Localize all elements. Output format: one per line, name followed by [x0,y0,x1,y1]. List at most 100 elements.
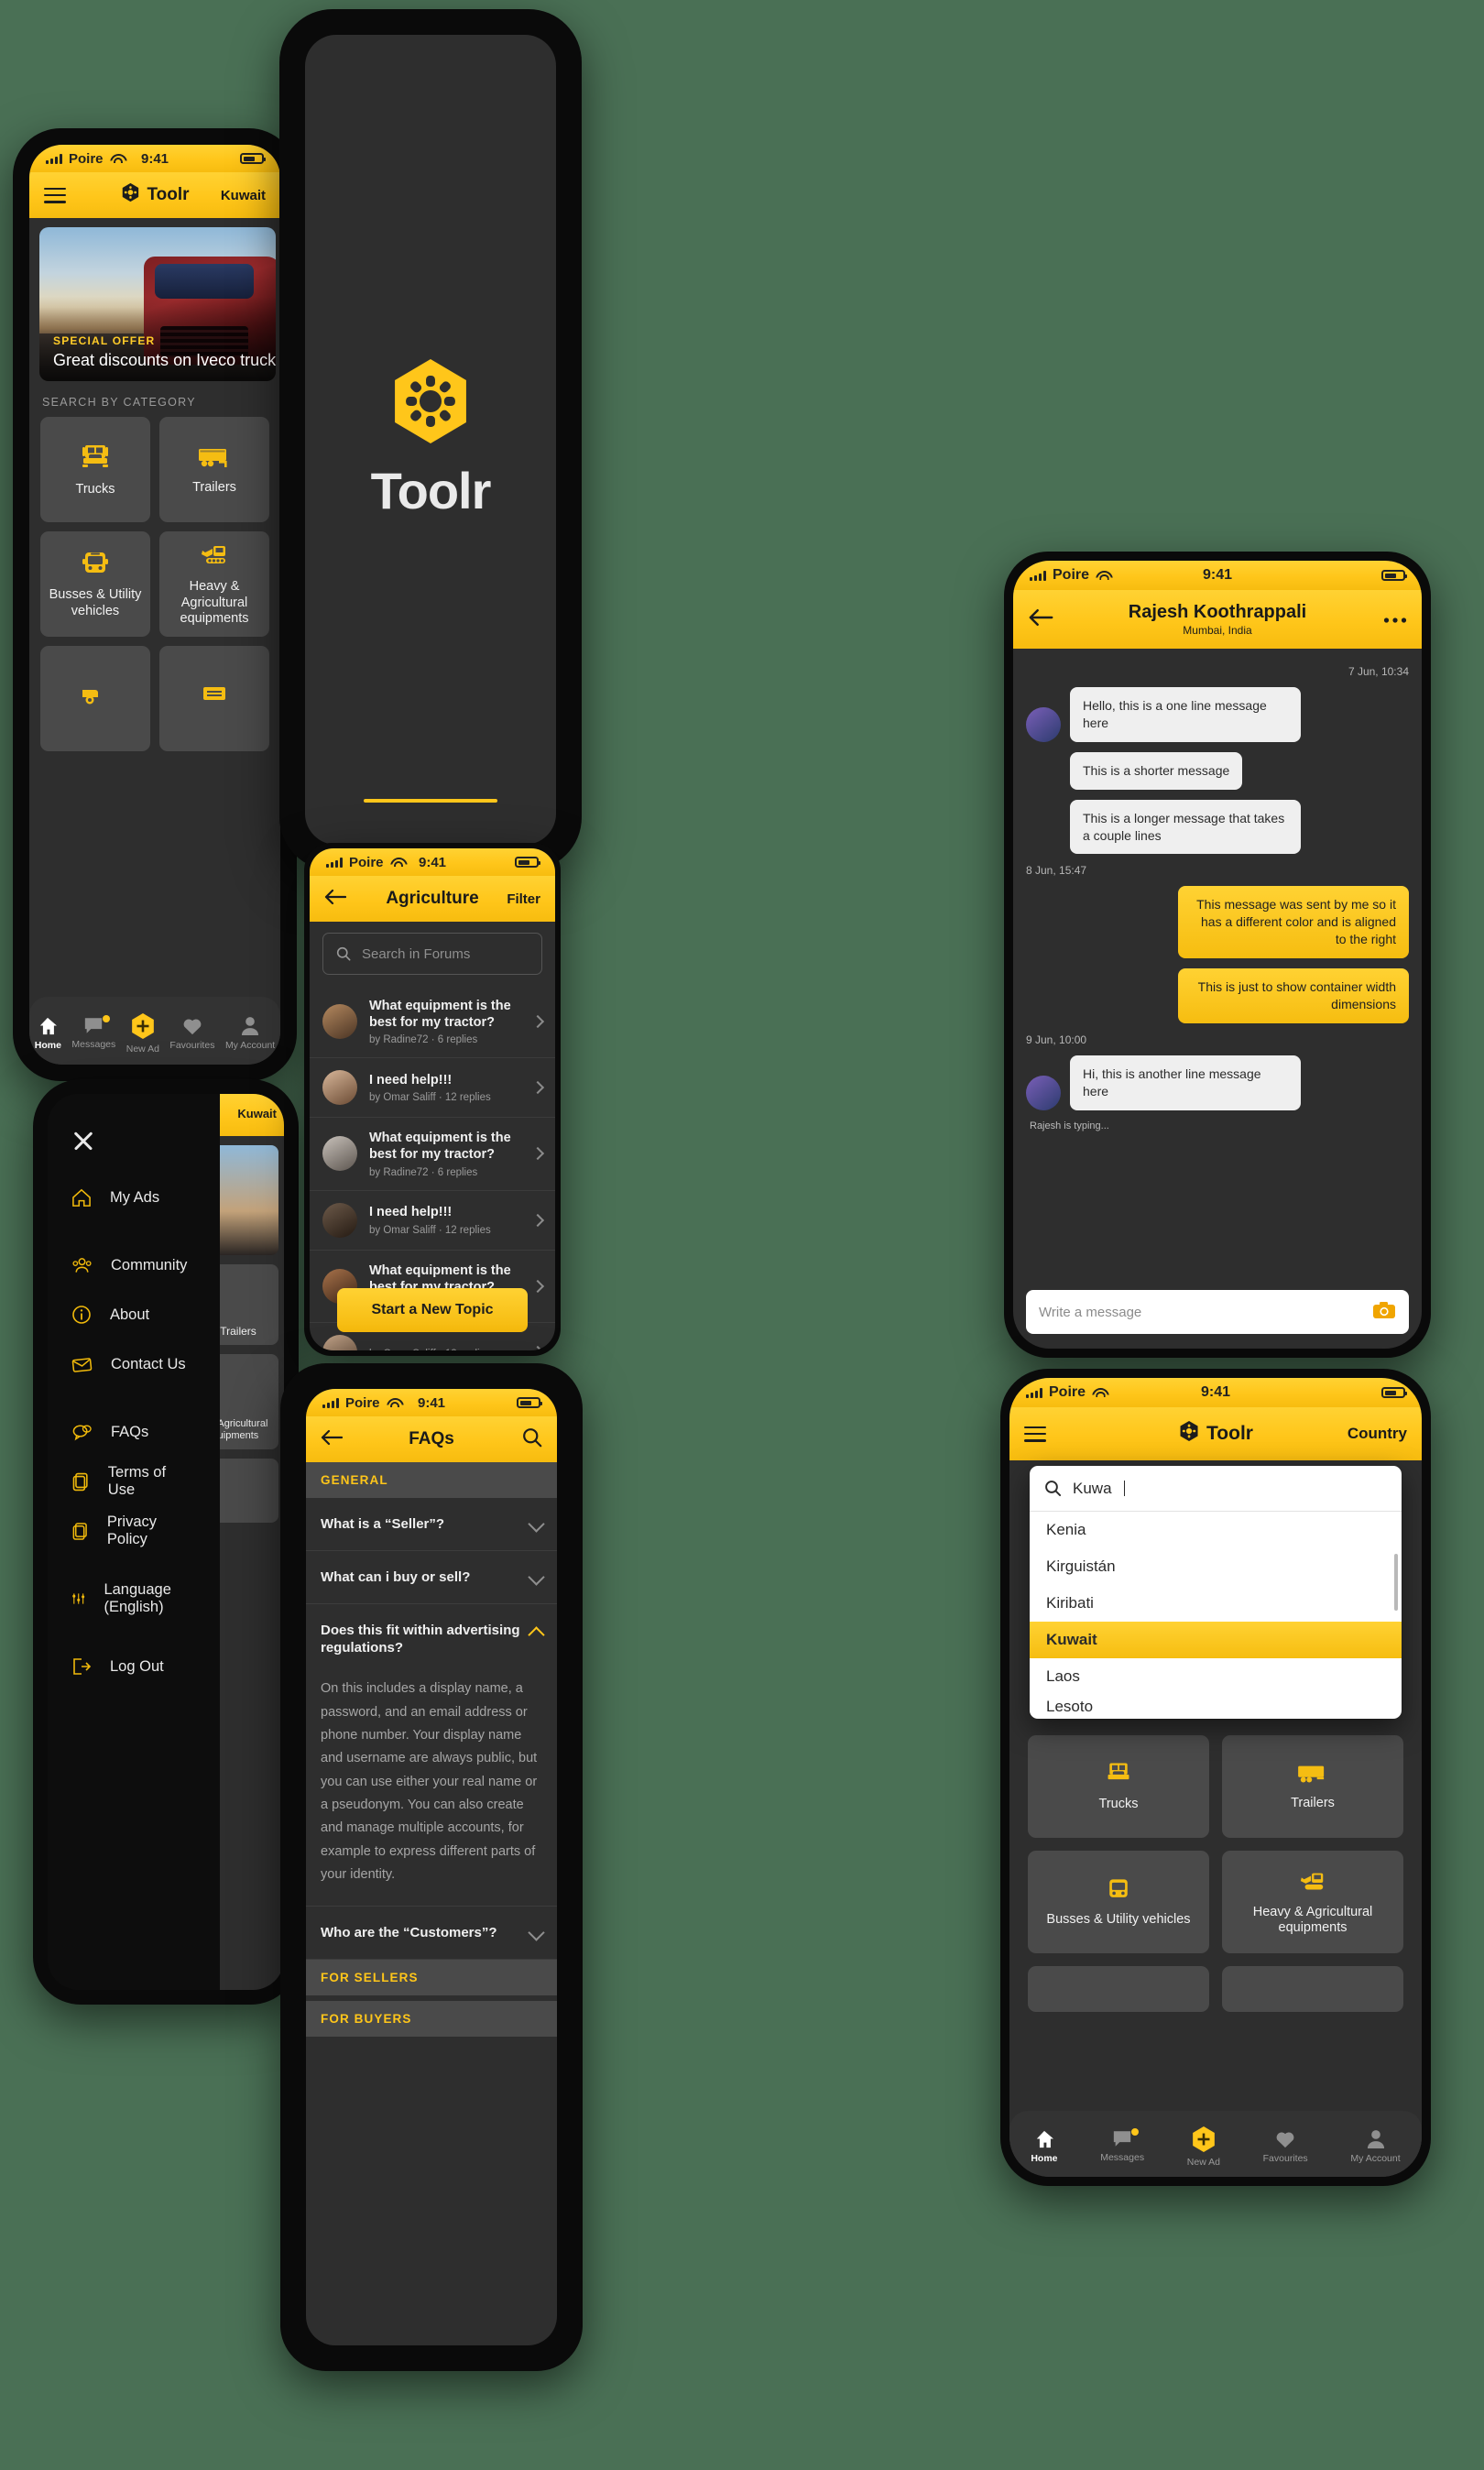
wifi-icon [1092,1388,1106,1398]
tab-label: New Ad [1186,2156,1220,2168]
back-button[interactable] [1028,608,1053,631]
tab-home[interactable]: Home [35,1017,61,1051]
picker-scrollbar[interactable] [1394,1554,1398,1611]
drawer-item-community[interactable]: Community [48,1250,220,1281]
category-tile-trucks[interactable]: Trucks [1028,1735,1209,1838]
wifi-icon [387,1398,400,1408]
menu-icon[interactable] [44,187,66,203]
carrier-label: Poire [1053,567,1090,583]
tab-new-ad[interactable]: New Ad [125,1012,159,1055]
list-item[interactable]: I need help!!! by Omar Saliff · 12 repli… [310,1058,555,1119]
search-icon [336,946,351,961]
phone-faq: Poire 9:41 FAQs GENERAL What is a “Selle… [280,1363,583,2371]
faq-question-text: Who are the “Customers”? [321,1924,497,1940]
category-tile-6[interactable] [1222,1966,1403,2012]
drawer-item-privacy-policy[interactable]: Privacy Policy [48,1514,220,1547]
promo-title: Great discounts on Iveco trucks [53,351,276,369]
back-button[interactable] [321,1429,344,1450]
category-tile-heavy[interactable]: Heavy & Agricultural equipments [159,531,269,637]
drawer-item-contact-us[interactable]: Contact Us [48,1349,220,1380]
chevron-right-icon [530,1015,545,1029]
phone-country-picker: Poire 9:41 Toolr Country Trucks Trailers… [1000,1369,1431,2186]
search-button[interactable] [522,1427,542,1451]
logout-icon [73,1658,92,1675]
promo-carousel[interactable]: SPECIAL OFFER Great discounts on Iveco t… [29,218,280,381]
drawer-item-about[interactable]: About [48,1299,220,1330]
country-selector[interactable]: Kuwait [221,188,266,203]
chat-row: Hi, this is another line message here [1026,1055,1409,1110]
person-icon [1367,2130,1384,2148]
chat-appbar: Rajesh Koothrappali Mumbai, India [1013,590,1422,649]
splash-progress-bar [364,799,497,803]
tab-my-account[interactable]: My Account [225,1016,275,1051]
faq-group-header: GENERAL [306,1462,557,1498]
start-new-topic-button[interactable]: Start a New Topic [337,1288,528,1332]
search-input[interactable]: Search in Forums [322,933,542,975]
country-option-selected[interactable]: Kuwait [1030,1622,1402,1658]
category-tile-trailers[interactable]: Trailers [1222,1735,1403,1838]
phone-home: Poire 9:41 Toolr Kuwait SPECIAL OFFER Gr… [13,128,297,1081]
drawer-item-my-ads[interactable]: My Ads [48,1182,220,1213]
faq-question[interactable]: Who are the “Customers”? [306,1907,557,1960]
category-tile-6[interactable] [159,646,269,751]
app-title: Toolr [1178,1420,1253,1448]
category-label: Trucks [1098,1797,1139,1812]
country-option[interactable]: Kenia [1030,1512,1402,1548]
category-tile-heavy[interactable]: Heavy & Agricultural equipments [1222,1851,1403,1953]
tab-label: Favourites [169,1039,215,1051]
more-options-button[interactable] [1383,612,1407,628]
back-button[interactable] [324,889,347,910]
faq-question[interactable]: What is a “Seller”? [306,1498,557,1552]
tab-new-ad[interactable]: New Ad [1187,2126,1220,2168]
list-item[interactable]: What equipment is the best for my tracto… [310,986,555,1059]
country-label[interactable]: Country [1348,1425,1407,1443]
faq-question-text: What can i buy or sell? [321,1569,471,1586]
close-icon[interactable] [71,1129,95,1153]
heart-icon [183,1019,202,1034]
chat-date-divider: 7 Jun, 10:34 [1348,665,1409,678]
tab-messages[interactable]: Messages [1100,2128,1144,2163]
drawer-label: About [110,1306,150,1323]
list-item[interactable]: I need help!!! by Omar Saliff · 12 repli… [310,1191,555,1251]
drawer-item-faqs[interactable]: FAQs [48,1416,220,1448]
category-tile-busses[interactable]: Busses & Utility vehicles [1028,1851,1209,1953]
tab-label: New Ad [125,1043,159,1055]
category-tile-5[interactable] [40,646,150,751]
country-option[interactable]: Kiribati [1030,1585,1402,1622]
category-tile-trailers[interactable]: Trailers [159,417,269,522]
country-option[interactable]: Kirguistán [1030,1548,1402,1585]
signal-icon [322,1397,339,1408]
category-tile-5[interactable] [1028,1966,1209,2012]
carrier-label: Poire [349,854,384,870]
chat-thread: 7 Jun, 10:34 Hello, this is a one line m… [1013,649,1422,1131]
drawer-item-log-out[interactable]: Log Out [48,1651,220,1682]
filter-button[interactable]: Filter [507,891,540,907]
tab-label: Home [1031,2152,1058,2164]
battery-icon [1381,570,1407,581]
chat-screen: Poire 9:41 Rajesh Koothrappali Mumbai, I… [1013,561,1422,1349]
tab-label: Favourites [1262,2152,1308,2164]
country-option[interactable]: Laos [1030,1658,1402,1695]
tab-home[interactable]: Home [1031,2130,1058,2164]
drawer-item-language[interactable]: Language (English) [48,1581,220,1615]
chat-bubble: This is just to show container width dim… [1178,968,1409,1023]
app-title-text: Toolr [147,185,190,204]
faq-question[interactable]: Does this fit within advertising regulat… [306,1604,557,1674]
country-search-input[interactable]: Kuwa [1030,1466,1402,1512]
category-tile-trucks[interactable]: Trucks [40,417,150,522]
list-item[interactable]: What equipment is the best for my tracto… [310,1118,555,1191]
tab-favourites[interactable]: Favourites [1263,2130,1308,2164]
menu-icon[interactable] [1024,1426,1046,1442]
drawer-label: Log Out [110,1657,164,1675]
tab-messages[interactable]: Messages [71,1015,115,1050]
category-tile-busses[interactable]: Busses & Utility vehicles [40,531,150,637]
faq-question[interactable]: What can i buy or sell? [306,1551,557,1605]
tab-my-account[interactable]: My Account [1350,2129,1401,2164]
picker-appbar: Toolr Country [1009,1407,1422,1460]
tab-favourites[interactable]: Favourites [169,1017,214,1051]
message-input[interactable]: Write a message [1026,1290,1409,1334]
promo-banner[interactable]: SPECIAL OFFER Great discounts on Iveco t… [39,227,276,381]
camera-icon[interactable] [1372,1301,1396,1323]
drawer-item-terms-of-use[interactable]: Terms of Use [48,1464,220,1498]
country-option[interactable]: Lesoto [1030,1695,1402,1719]
